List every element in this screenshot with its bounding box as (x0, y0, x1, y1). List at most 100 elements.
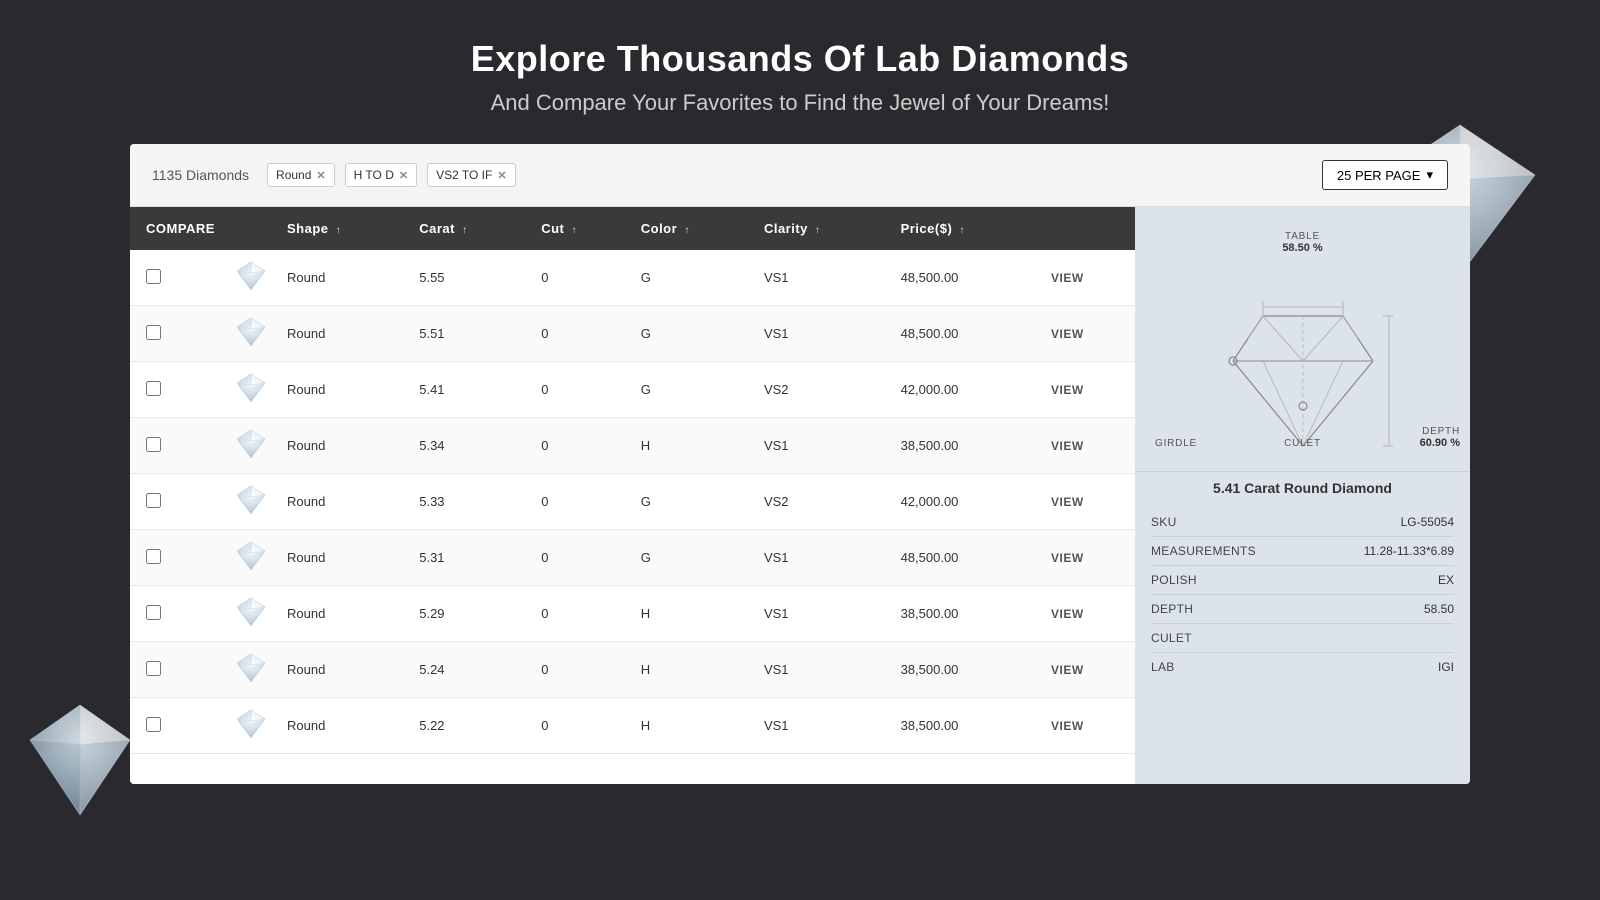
row-view-btn[interactable]: VIEW (1041, 642, 1135, 698)
spec-measurements-label: MEASUREMENTS (1151, 544, 1256, 558)
row-color: H (631, 698, 754, 754)
row-view-btn[interactable]: VIEW (1041, 306, 1135, 362)
row-diamond-icon (225, 642, 277, 698)
row-diamond-icon (225, 530, 277, 586)
row-checkbox[interactable] (146, 661, 161, 676)
row-view-btn[interactable]: VIEW (1041, 586, 1135, 642)
th-cut[interactable]: Cut ↑ (531, 207, 631, 250)
spec-lab-label: LAB (1151, 660, 1175, 674)
table-label-group: TABLE 58.50 % (1282, 231, 1322, 254)
sort-carat-icon: ↑ (462, 225, 468, 236)
row-color: H (631, 418, 754, 474)
per-page-label: 25 PER PAGE (1337, 168, 1421, 183)
spec-row-polish: POLISH EX (1151, 566, 1454, 595)
table-row: Round5.240HVS138,500.00VIEW (130, 642, 1135, 698)
row-carat: 5.51 (409, 306, 531, 362)
spec-depth-label: DEPTH (1151, 602, 1193, 616)
view-button[interactable]: VIEW (1051, 719, 1084, 733)
detail-panel: TABLE 58.50 % (1135, 207, 1470, 784)
sort-clarity-icon: ↑ (815, 225, 821, 236)
filter-bar: 1135 Diamonds Round ✕ H TO D ✕ VS2 TO IF… (130, 144, 1470, 207)
table-row: Round5.340HVS138,500.00VIEW (130, 418, 1135, 474)
row-color: H (631, 586, 754, 642)
view-button[interactable]: VIEW (1051, 607, 1084, 621)
decorative-diamond-left (20, 700, 140, 820)
specs-table: SKU LG-55054 MEASUREMENTS 11.28-11.33*6.… (1135, 508, 1470, 701)
filter-tag-color-remove[interactable]: ✕ (399, 169, 408, 182)
row-view-btn[interactable]: VIEW (1041, 698, 1135, 754)
row-price: 48,500.00 (891, 530, 1041, 586)
filter-tag-round-remove[interactable]: ✕ (316, 169, 325, 182)
row-view-btn[interactable]: VIEW (1041, 418, 1135, 474)
row-shape: Round (277, 642, 409, 698)
spec-row-measurements: MEASUREMENTS 11.28-11.33*6.89 (1151, 537, 1454, 566)
filter-tag-round[interactable]: Round ✕ (267, 163, 335, 187)
spec-row-culet: CULET (1151, 624, 1454, 653)
row-clarity: VS1 (754, 698, 891, 754)
row-clarity: VS1 (754, 250, 891, 306)
row-cut: 0 (531, 698, 631, 754)
row-diamond-icon (225, 418, 277, 474)
view-button[interactable]: VIEW (1051, 495, 1084, 509)
view-button[interactable]: VIEW (1051, 327, 1084, 341)
view-button[interactable]: VIEW (1051, 551, 1084, 565)
row-view-btn[interactable]: VIEW (1041, 250, 1135, 306)
filter-tag-clarity-remove[interactable]: ✕ (497, 169, 506, 182)
row-diamond-icon (225, 250, 277, 306)
row-cut: 0 (531, 362, 631, 418)
row-price: 38,500.00 (891, 586, 1041, 642)
row-carat: 5.31 (409, 530, 531, 586)
row-diamond-icon (225, 362, 277, 418)
row-view-btn[interactable]: VIEW (1041, 474, 1135, 530)
table-panel: COMPARE Shape ↑ Carat ↑ Cut (130, 207, 1470, 784)
row-checkbox[interactable] (146, 437, 161, 452)
th-clarity[interactable]: Clarity ↑ (754, 207, 891, 250)
row-checkbox[interactable] (146, 381, 161, 396)
filter-left: 1135 Diamonds Round ✕ H TO D ✕ VS2 TO IF… (152, 163, 516, 187)
row-cut: 0 (531, 642, 631, 698)
th-price[interactable]: Price($) ↑ (891, 207, 1041, 250)
view-button[interactable]: VIEW (1051, 271, 1084, 285)
row-carat: 5.34 (409, 418, 531, 474)
view-button[interactable]: VIEW (1051, 439, 1084, 453)
row-checkbox[interactable] (146, 549, 161, 564)
row-price: 42,000.00 (891, 362, 1041, 418)
row-view-btn[interactable]: VIEW (1041, 362, 1135, 418)
view-button[interactable]: VIEW (1051, 383, 1084, 397)
row-checkbox[interactable] (146, 325, 161, 340)
row-view-btn[interactable]: VIEW (1041, 530, 1135, 586)
filter-tag-color[interactable]: H TO D ✕ (345, 163, 417, 187)
row-carat: 5.55 (409, 250, 531, 306)
row-checkbox[interactable] (146, 717, 161, 732)
row-price: 38,500.00 (891, 642, 1041, 698)
spec-polish-value: EX (1438, 573, 1454, 587)
table-row: Round5.220HVS138,500.00VIEW (130, 698, 1135, 754)
table-row: Round5.410GVS242,000.00VIEW (130, 362, 1135, 418)
sort-shape-icon: ↑ (336, 225, 342, 236)
th-color[interactable]: Color ↑ (631, 207, 754, 250)
row-carat: 5.24 (409, 642, 531, 698)
row-clarity: VS1 (754, 306, 891, 362)
main-card: 1135 Diamonds Round ✕ H TO D ✕ VS2 TO IF… (130, 144, 1470, 784)
compare-label: COMPARE (146, 221, 215, 236)
view-button[interactable]: VIEW (1051, 663, 1084, 677)
row-checkbox[interactable] (146, 493, 161, 508)
row-color: G (631, 306, 754, 362)
row-carat: 5.41 (409, 362, 531, 418)
filter-tag-clarity[interactable]: VS2 TO IF ✕ (427, 163, 515, 187)
row-carat: 5.22 (409, 698, 531, 754)
row-shape: Round (277, 698, 409, 754)
row-color: G (631, 362, 754, 418)
girdle-label-group: GIRDLE (1155, 438, 1197, 449)
depth-label-group: DEPTH 60.90 % (1420, 426, 1460, 449)
per-page-button[interactable]: 25 PER PAGE ▾ (1322, 160, 1448, 190)
row-diamond-icon (225, 698, 277, 754)
table-body: Round5.550GVS148,500.00VIEW Round5.510GV… (130, 250, 1135, 754)
th-carat[interactable]: Carat ↑ (409, 207, 531, 250)
row-checkbox[interactable] (146, 269, 161, 284)
row-checkbox[interactable] (146, 605, 161, 620)
compare-header: COMPARE (130, 207, 225, 250)
th-shape[interactable]: Shape ↑ (277, 207, 409, 250)
row-shape: Round (277, 474, 409, 530)
sort-color-icon: ↑ (684, 225, 690, 236)
